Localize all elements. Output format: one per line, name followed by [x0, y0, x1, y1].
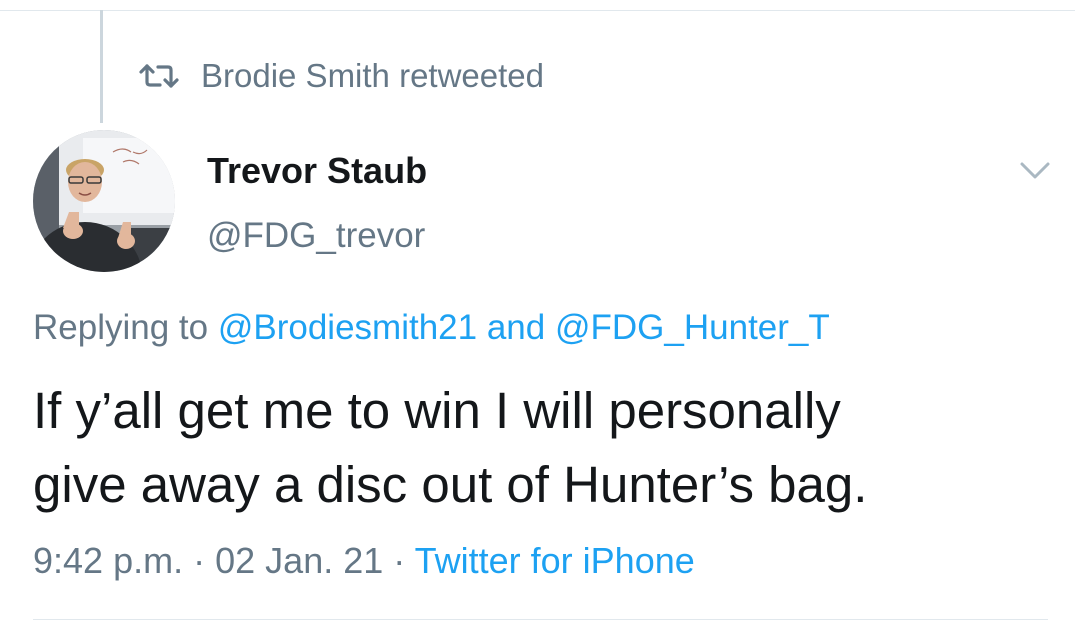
retweet-context[interactable]: Brodie Smith retweeted	[139, 56, 544, 96]
replying-to-label: Replying to	[33, 308, 209, 347]
top-divider	[0, 10, 1075, 11]
tweet-text: If y’all get me to win I will personally…	[33, 374, 1043, 522]
tweet-metadata: 9:42 p.m. · 02 Jan. 21 · Twitter for iPh…	[33, 540, 695, 582]
tweet-date[interactable]: 02 Jan. 21	[215, 540, 383, 581]
mention-conjunction: and	[486, 308, 546, 347]
retweet-icon	[139, 64, 179, 88]
meta-separator: ·	[393, 540, 406, 581]
avatar[interactable]	[33, 130, 175, 272]
display-name[interactable]: Trevor Staub	[207, 150, 427, 192]
tweet-source-link[interactable]: Twitter for iPhone	[415, 540, 695, 581]
retweet-label: Brodie Smith retweeted	[201, 57, 545, 94]
avatar-photo	[33, 130, 175, 272]
mention-link-brodiesmith21[interactable]: @Brodiesmith21	[218, 308, 477, 347]
bottom-divider	[33, 619, 1048, 620]
chevron-down-icon[interactable]	[1018, 158, 1052, 182]
tweet-text-line-1: If y’all get me to win I will personally	[33, 382, 841, 439]
thread-connector-line	[100, 10, 103, 123]
user-handle[interactable]: @FDG_trevor	[207, 216, 425, 256]
replying-to-line: Replying to @Brodiesmith21 and @FDG_Hunt…	[33, 308, 830, 348]
meta-separator: ·	[193, 540, 206, 581]
tweet-text-line-2: give away a disc out of Hunter’s bag.	[33, 456, 868, 513]
mention-link-fdg-hunter-t[interactable]: @FDG_Hunter_T	[555, 308, 830, 347]
tweet-time[interactable]: 9:42 p.m.	[33, 540, 183, 581]
